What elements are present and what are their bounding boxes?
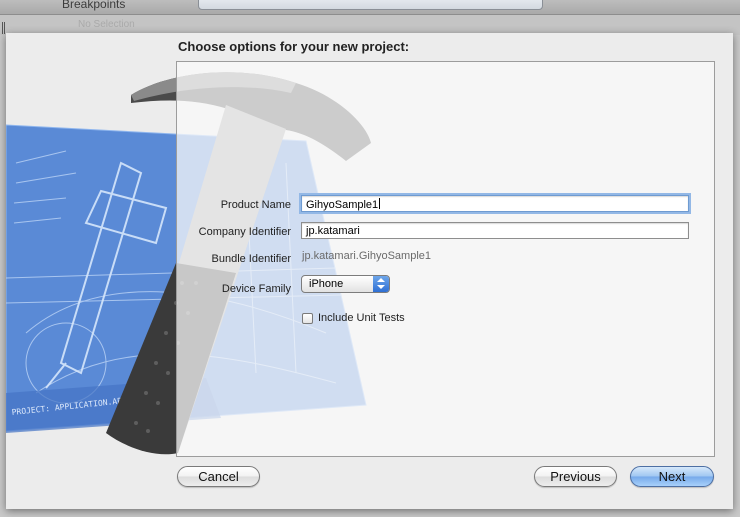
product-name-field[interactable]: GihyoSample1 bbox=[301, 195, 689, 212]
device-family-label: Device Family bbox=[221, 283, 291, 295]
bundle-identifier-value: jp.katamari.GihyoSample1 bbox=[302, 250, 432, 262]
include-unit-tests-label[interactable]: Include Unit Tests bbox=[318, 312, 405, 324]
sheet-title: Choose options for your new project: bbox=[178, 39, 410, 54]
options-panel: Product Name GihyoSample1 Company Identi… bbox=[176, 61, 715, 457]
window-toolbar: Breakpoints bbox=[0, 0, 740, 15]
cancel-button[interactable]: Cancel bbox=[177, 466, 260, 487]
device-family-select[interactable]: iPhone bbox=[301, 275, 390, 293]
company-identifier-value: jp.katamari bbox=[306, 225, 360, 237]
company-identifier-field[interactable]: jp.katamari bbox=[301, 222, 689, 239]
device-family-value: iPhone bbox=[309, 278, 344, 290]
select-arrows-icon bbox=[373, 276, 389, 292]
ghost-selection-text: No Selection bbox=[78, 19, 135, 30]
next-button[interactable]: Next bbox=[630, 466, 714, 487]
previous-button[interactable]: Previous bbox=[534, 466, 617, 487]
bundle-identifier-label: Bundle Identifier bbox=[211, 253, 292, 265]
text-caret bbox=[379, 198, 381, 209]
breakpoints-label[interactable]: Breakpoints bbox=[62, 0, 125, 11]
product-name-label: Product Name bbox=[220, 199, 291, 211]
company-identifier-label: Company Identifier bbox=[198, 226, 291, 238]
new-project-sheet: PROJECT: APPLICATION.APP Choose options … bbox=[6, 33, 733, 509]
product-name-value: GihyoSample1 bbox=[306, 199, 379, 211]
include-unit-tests-checkbox[interactable] bbox=[302, 313, 313, 324]
activity-field bbox=[198, 0, 543, 10]
